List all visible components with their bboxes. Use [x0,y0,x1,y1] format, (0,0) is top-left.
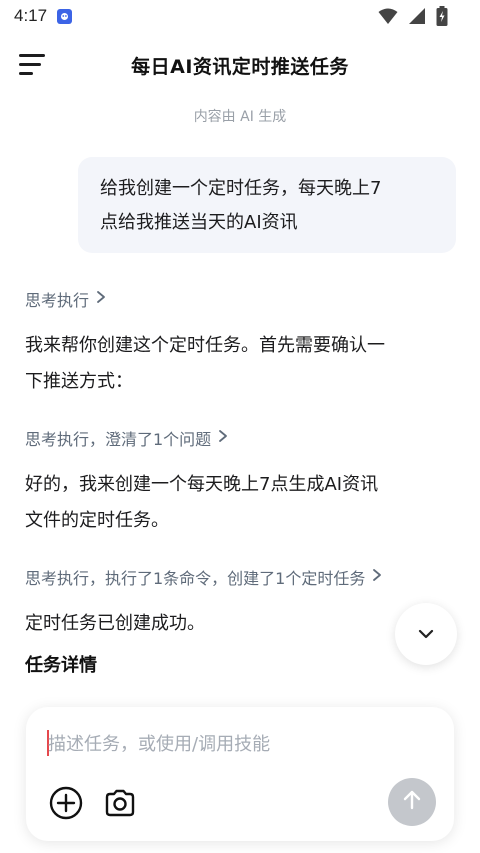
chevron-right-icon [371,567,383,587]
app-header: 每日AI资讯定时推送任务 [0,40,480,90]
page-title: 每日AI资讯定时推送任务 [131,55,349,78]
chevron-right-icon [95,289,107,309]
task-details-heading: 任务详情 [25,655,97,676]
battery-charging-icon [436,6,448,30]
assistant-reply: 我来帮你创建这个定时任务。首先需要确认一 下推送方式： [25,328,465,400]
user-message-line: 点给我推送当天的AI资讯 [100,212,298,233]
app-notification-icon [57,8,73,24]
reply-line: 下推送方式： [25,371,133,392]
reply-line: 我来帮你创建这个定时任务。首先需要确认一 [25,335,385,356]
think-process-label: 思考执行，执行了1条命令，创建了1个定时任务 [25,569,366,588]
think-process-toggle[interactable]: 思考执行 [25,287,107,311]
status-icons [378,6,448,30]
think-process-toggle[interactable]: 思考执行，执行了1条命令，创建了1个定时任务 [25,565,383,589]
ai-generated-notice: 内容由 AI 生成 [193,109,287,125]
think-process-label: 思考执行，澄清了1个问题 [25,430,212,449]
message-composer [26,707,454,841]
reply-line: 文件的定时任务。 [25,510,169,531]
add-circle-icon[interactable] [48,785,84,821]
chat-screen: 4:17 每日AI资讯定时推送任务 内容由 AI 生成 给我创建一个定时任务，每… [0,0,480,853]
chevron-down-icon [417,625,435,644]
task-input[interactable] [48,729,428,759]
user-message-line: 给我创建一个定时任务，每天晚上7 [100,178,382,199]
user-message-bubble: 给我创建一个定时任务，每天晚上7 点给我推送当天的AI资讯 [78,157,456,253]
scroll-down-button[interactable] [395,603,457,665]
reply-line: 好的，我来创建一个每天晚上7点生成AI资讯 [25,474,379,495]
send-button[interactable] [388,778,436,826]
status-bar: 4:17 [0,0,480,32]
chevron-right-icon [217,428,229,448]
think-process-label: 思考执行 [25,291,90,310]
think-process-toggle[interactable]: 思考执行，澄清了1个问题 [25,426,229,450]
assistant-reply: 好的，我来创建一个每天晚上7点生成AI资讯 文件的定时任务。 [25,467,465,539]
signal-icon [408,7,426,29]
status-time: 4:17 [14,6,48,25]
wifi-icon [378,7,398,29]
camera-icon[interactable] [102,785,138,821]
hamburger-menu-icon[interactable] [19,54,45,76]
send-arrow-up-icon [402,789,422,815]
